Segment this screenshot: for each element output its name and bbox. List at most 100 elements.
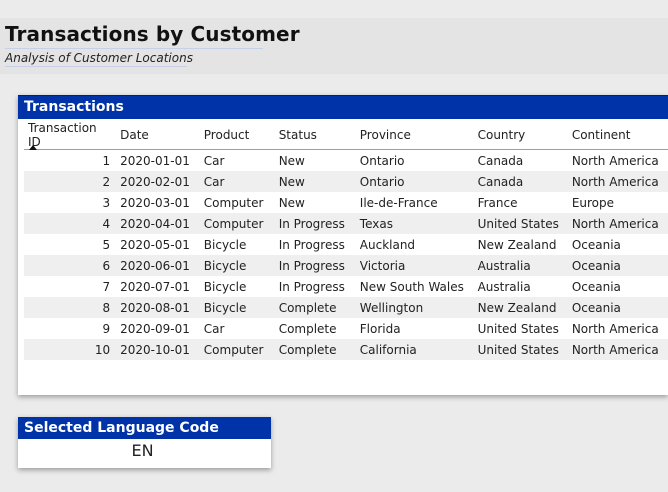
- table-cell-province: Auckland: [359, 237, 416, 252]
- table-cell-country: New Zealand: [477, 237, 557, 252]
- table-cell-continent: Oceania: [571, 279, 621, 294]
- table-cell-country: United States: [477, 321, 559, 336]
- table-cell-product: Bicycle: [203, 258, 247, 273]
- table-cell-product: Bicycle: [203, 279, 247, 294]
- table-cell-product: Computer: [203, 342, 264, 357]
- transactions-table[interactable]: Transaction ID Date Product Status Province C…: [24, 121, 668, 360]
- table-cell-status: New: [278, 174, 305, 189]
- table-cell-status: In Progress: [278, 279, 345, 294]
- table-cell-province: Texas: [359, 216, 393, 231]
- language-card-title: Selected Language Code: [18, 417, 271, 439]
- table-cell-continent: North America: [571, 153, 659, 168]
- language-code-card[interactable]: Selected Language Code EN: [18, 417, 271, 468]
- table-cell-date: 2020-09-01: [120, 321, 190, 336]
- table-cell-country: United States: [477, 216, 559, 231]
- table-cell-country: France: [477, 195, 518, 210]
- table-cell-continent: Oceania: [571, 237, 621, 252]
- table-cell-transaction-id: 5: [102, 237, 111, 252]
- table-header-row: Transaction ID Date Product Status Province C…: [24, 121, 668, 150]
- column-header-transaction-id[interactable]: Transaction ID: [24, 121, 116, 150]
- table-cell-date: 2020-10-01: [120, 342, 190, 357]
- table-cell-date: 2020-08-01: [120, 300, 190, 315]
- table-row[interactable]: 9 2020-09-01 Car Complete Florida United Stat…: [24, 318, 668, 339]
- table-cell-status: In Progress: [278, 237, 345, 252]
- table-cell-date: 2020-03-01: [120, 195, 190, 210]
- table-cell-continent: North America: [571, 216, 659, 231]
- table-cell-product: Bicycle: [203, 237, 247, 252]
- table-cell-status: Complete: [278, 321, 337, 336]
- table-cell-province: New South Wales: [359, 279, 464, 294]
- table-cell-province: Ile-de-France: [359, 195, 438, 210]
- table-cell-transaction-id: 4: [102, 216, 111, 231]
- page-subtitle: Analysis of Customer Locations: [5, 51, 193, 65]
- column-header-date[interactable]: Date: [116, 121, 200, 150]
- table-cell-date: 2020-02-01: [120, 174, 190, 189]
- table-cell-country: United States: [477, 342, 559, 357]
- table-cell-status: New: [278, 195, 305, 210]
- table-cell-product: Bicycle: [203, 300, 247, 315]
- table-cell-continent: Europe: [571, 195, 615, 210]
- table-cell-continent: North America: [571, 321, 659, 336]
- subtitle-underline: [5, 66, 187, 67]
- table-cell-province: Wellington: [359, 300, 424, 315]
- table-cell-product: Computer: [203, 216, 264, 231]
- table-row[interactable]: 8 2020-08-01 Bicycle Complete Wellington New …: [24, 297, 668, 318]
- table-cell-date: 2020-04-01: [120, 216, 190, 231]
- table-row[interactable]: 1 2020-01-01 Car New Ontario Canada North Amer…: [24, 150, 668, 172]
- table-cell-country: Australia: [477, 279, 531, 294]
- table-cell-transaction-id: 9: [102, 321, 111, 336]
- table-cell-country: Canada: [477, 174, 524, 189]
- table-row[interactable]: 7 2020-07-01 Bicycle In Progress New South W…: [24, 276, 668, 297]
- table-cell-continent: Oceania: [571, 300, 621, 315]
- table-cell-country: Canada: [477, 153, 524, 168]
- table-cell-date: 2020-07-01: [120, 279, 190, 294]
- table-cell-continent: North America: [571, 342, 659, 357]
- table-cell-transaction-id: 2: [102, 174, 111, 189]
- table-row[interactable]: 2 2020-02-01 Car New Ontario Canada North Amer…: [24, 171, 668, 192]
- table-cell-product: Car: [203, 153, 225, 168]
- table-cell-country: New Zealand: [477, 300, 557, 315]
- table-cell-status: Complete: [278, 300, 337, 315]
- column-header-continent[interactable]: Continent: [568, 121, 668, 150]
- transactions-visual-title: Transactions: [18, 95, 668, 119]
- table-cell-product: Car: [203, 321, 225, 336]
- table-cell-province: California: [359, 342, 417, 357]
- table-cell-transaction-id: 1: [102, 153, 111, 168]
- table-cell-status: In Progress: [278, 216, 345, 231]
- table-body: 1 2020-01-01 Car New Ontario Canada North Amer…: [24, 150, 668, 360]
- table-cell-date: 2020-05-01: [120, 237, 190, 252]
- sort-ascending-icon: [29, 145, 37, 150]
- table-cell-status: Complete: [278, 342, 337, 357]
- table-row[interactable]: 5 2020-05-01 Bicycle In Progress Auckland New…: [24, 234, 668, 255]
- table-cell-country: Australia: [477, 258, 531, 273]
- table-cell-transaction-id: 3: [102, 195, 111, 210]
- table-cell-product: Computer: [203, 195, 264, 210]
- table-cell-province: Ontario: [359, 153, 405, 168]
- page-title: Transactions by Customer: [5, 22, 300, 46]
- table-cell-product: Car: [203, 174, 225, 189]
- table-cell-transaction-id: 8: [102, 300, 111, 315]
- table-cell-status: New: [278, 153, 305, 168]
- table-cell-date: 2020-01-01: [120, 153, 190, 168]
- transactions-visual[interactable]: Transactions Transaction ID Date Product St…: [18, 95, 668, 395]
- table-row[interactable]: 6 2020-06-01 Bicycle In Progress Victoria Aus…: [24, 255, 668, 276]
- table-cell-status: In Progress: [278, 258, 345, 273]
- column-header-province[interactable]: Province: [356, 121, 474, 150]
- column-header-product[interactable]: Product: [200, 121, 275, 150]
- table-cell-continent: North America: [571, 174, 659, 189]
- table-cell-transaction-id: 10: [94, 342, 111, 357]
- table-row[interactable]: 10 2020-10-01 Computer Complete California Un…: [24, 339, 668, 360]
- table-cell-province: Victoria: [359, 258, 406, 273]
- table-cell-continent: Oceania: [571, 258, 621, 273]
- table-cell-province: Ontario: [359, 174, 405, 189]
- language-code-value: EN: [131, 441, 154, 460]
- table-cell-transaction-id: 6: [102, 258, 111, 273]
- table-row[interactable]: 4 2020-04-01 Computer In Progress Texas Unite…: [24, 213, 668, 234]
- title-underline: [5, 48, 263, 49]
- table-row[interactable]: 3 2020-03-01 Computer New Ile-de-France Franc…: [24, 192, 668, 213]
- column-header-status[interactable]: Status: [275, 121, 356, 150]
- table-cell-province: Florida: [359, 321, 401, 336]
- column-header-country[interactable]: Country: [474, 121, 568, 150]
- table-cell-date: 2020-06-01: [120, 258, 190, 273]
- table-cell-transaction-id: 7: [102, 279, 111, 294]
